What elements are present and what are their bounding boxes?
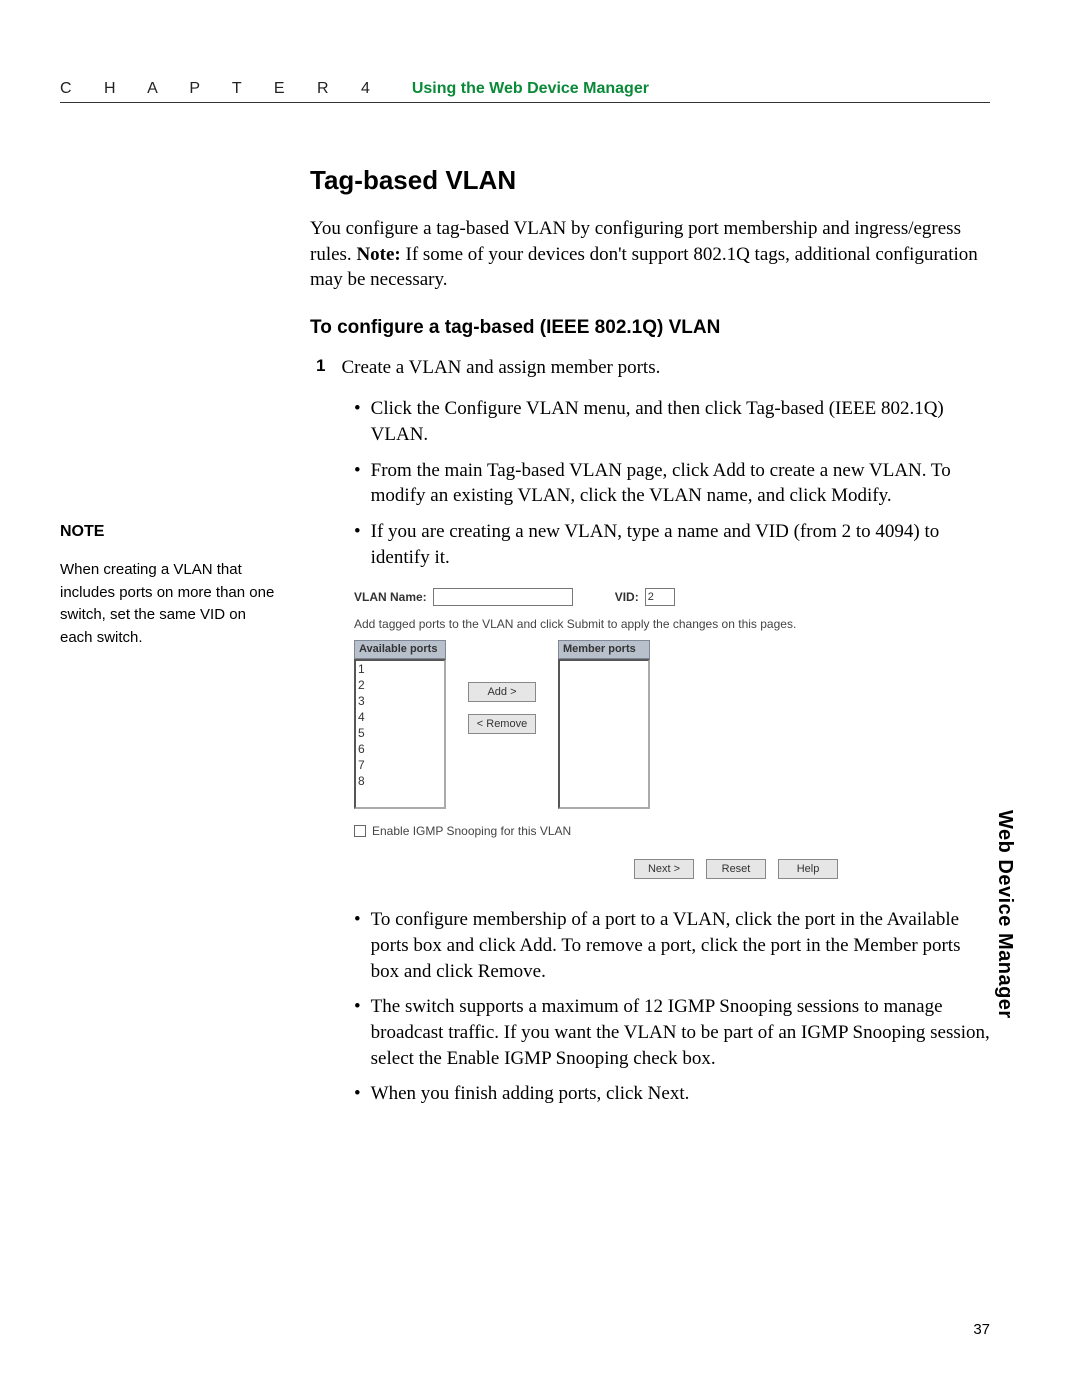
section-side-tab: Web Device Manager (993, 810, 1016, 1019)
port-option[interactable]: 8 (358, 773, 444, 789)
bullet-dot: • (354, 907, 361, 984)
bullet-item: •The switch supports a maximum of 12 IGM… (354, 994, 990, 1071)
vid-input[interactable]: 2 (645, 588, 675, 606)
side-note-column: NOTE When creating a VLAN that includes … (60, 163, 280, 1117)
bullet-item: •From the main Tag-based VLAN page, clic… (354, 458, 990, 509)
port-option[interactable]: 3 (358, 693, 444, 709)
intro-note-label: Note: (356, 244, 400, 265)
bullet-item: • When you finish adding ports, click Nex… (354, 1081, 990, 1107)
chapter-subtitle: Using the Web Device Manager (412, 80, 649, 98)
member-ports-listbox[interactable] (558, 659, 650, 809)
bullet-item: •To configure membership of a port to a … (354, 907, 990, 984)
note-body: When creating a VLAN that includes ports… (60, 559, 280, 649)
bullet-dot: • (354, 519, 361, 570)
intro-paragraph: You configure a tag-based VLAN by config… (310, 216, 990, 293)
note-title: NOTE (60, 523, 280, 541)
procedure-heading: To configure a tag-based (IEEE 802.1Q) V… (310, 315, 990, 341)
bullet-item: •Click the Configure VLAN menu, and then… (354, 396, 990, 447)
page-header: C H A P T E R 4 Using the Web Device Man… (60, 80, 990, 103)
bullet-text: Click the Configure VLAN menu, and then … (371, 396, 990, 447)
port-option[interactable]: 5 (358, 725, 444, 741)
bullet-dot: • (354, 994, 361, 1071)
bullet-dot: • (354, 458, 361, 509)
port-option[interactable]: 6 (358, 741, 444, 757)
member-ports-header: Member ports (558, 640, 650, 659)
port-option[interactable]: 1 (358, 661, 444, 677)
next-button[interactable]: Next > (634, 859, 694, 879)
vlan-config-screenshot: VLAN Name: VID: 2 Add tagged ports to th… (354, 588, 990, 879)
step-number: 1 (316, 355, 325, 381)
chapter-label: C H A P T E R 4 (60, 80, 384, 98)
bullets-group-b: •To configure membership of a port to a … (354, 907, 990, 1106)
bullet-text: If you are creating a new VLAN, type a n… (371, 519, 990, 570)
vlan-name-label: VLAN Name: (354, 589, 427, 605)
remove-port-button[interactable]: < Remove (468, 714, 536, 734)
bullets-group-a: •Click the Configure VLAN menu, and then… (354, 396, 990, 570)
step-1: 1 Create a VLAN and assign member ports. (316, 355, 990, 381)
reset-button[interactable]: Reset (706, 859, 766, 879)
igmp-snooping-checkbox[interactable] (354, 825, 366, 837)
vlan-desc: Add tagged ports to the VLAN and click S… (354, 616, 990, 632)
vlan-name-input[interactable] (433, 588, 573, 606)
vlan-name-row: VLAN Name: VID: 2 (354, 588, 990, 606)
bullet-dot: • (354, 396, 361, 447)
intro-text-b: If some of your devices don't support 80… (310, 244, 978, 291)
bullet-text: From the main Tag-based VLAN page, click… (371, 458, 990, 509)
bullet-text: When you finish adding ports, click Next… (371, 1081, 690, 1107)
bullet-dot: • (354, 1081, 361, 1107)
bullet-text: The switch supports a maximum of 12 IGMP… (371, 994, 990, 1071)
section-heading: Tag-based VLAN (310, 163, 990, 198)
add-port-button[interactable]: Add > (468, 682, 536, 702)
help-button[interactable]: Help (778, 859, 838, 879)
available-ports-listbox[interactable]: 1 2 3 4 5 6 7 8 (354, 659, 446, 809)
available-ports-header: Available ports (354, 640, 446, 659)
page-number: 37 (973, 1321, 990, 1338)
step-text: Create a VLAN and assign member ports. (341, 355, 660, 381)
main-content: Tag-based VLAN You configure a tag-based… (310, 163, 990, 1117)
port-option[interactable]: 7 (358, 757, 444, 773)
port-option[interactable]: 4 (358, 709, 444, 725)
bullet-item: •If you are creating a new VLAN, type a … (354, 519, 990, 570)
port-option[interactable]: 2 (358, 677, 444, 693)
igmp-snooping-label: Enable IGMP Snooping for this VLAN (372, 823, 571, 839)
vid-label: VID: (615, 589, 639, 605)
bullet-text: To configure membership of a port to a V… (371, 907, 990, 984)
